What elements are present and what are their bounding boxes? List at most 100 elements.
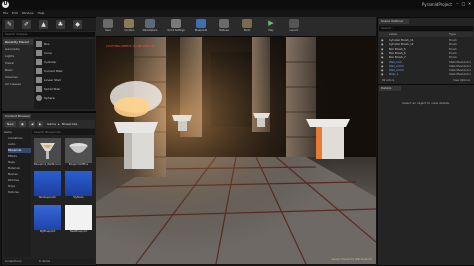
blueprints-button[interactable]: Blueprints [189,18,213,35]
save-button[interactable]: Save [98,18,118,35]
category-all-classes[interactable]: All Classes [3,81,33,87]
folder-game[interactable]: Game [4,130,31,135]
menu-help[interactable]: Help [38,10,45,16]
gear-icon [171,19,181,28]
folder-textures[interactable]: Textures [8,190,19,195]
back-icon[interactable]: ◀ [29,121,36,127]
menu-file[interactable]: File [3,10,8,16]
outliner-search-input[interactable]: Search... [379,26,473,31]
play-icon: ▶ [266,19,276,28]
project-name: PyramidProject [421,2,452,7]
folder-materials[interactable]: Materials [8,166,20,171]
level-label: Level: Pyramid (Persistent) [331,257,372,261]
item-box[interactable]: Box [36,41,93,47]
asset-thumbnail [34,138,61,163]
main-toolbar: Save Content Marketplace Quick Settings … [96,17,376,37]
folder-tree: Game Animations Audio Blueprints Effects… [3,129,31,257]
close-icon[interactable]: ✕ [467,1,472,6]
category-basic[interactable]: Basic [3,67,33,73]
lighting-warning: LIGHTING NEEDS TO BE REBUILT [106,44,155,48]
item-sphere[interactable]: Sphere [36,95,93,101]
modes-tab-row: ✎ ✐ ▲ ♣ ◆ [2,18,96,31]
new-asset-button[interactable]: New [5,121,16,127]
asset-thumbnail [65,138,92,163]
place-icon[interactable]: ✎ [5,20,14,29]
geometry-edit-icon[interactable]: ◆ [73,20,82,29]
menu-edit[interactable]: Edit [12,10,18,16]
sconce-icon [40,143,55,159]
actor-count: 69 actors [382,79,395,82]
item-linear-stair[interactable]: Linear Stair [36,77,93,83]
asset-tile[interactable]: MyNode [65,171,92,200]
visibility-eye-icon[interactable]: ◉ [381,72,383,76]
unreal-logo-icon: U [2,1,9,8]
collections-toggle[interactable]: Collections [5,259,21,263]
launch-icon [289,19,299,28]
asset-tile[interactable]: Blueprint_WallSconce [34,138,61,167]
asset-thumbnail [34,171,61,196]
folder-animations[interactable]: Animations [8,136,23,141]
content-browser-footer: Collections 6 items [3,259,95,264]
foliage-icon[interactable]: ♣ [56,20,65,29]
outliner-row[interactable]: ◉ Pillar_1 StaticMeshActor [379,72,473,76]
folder-meshes[interactable]: Meshes [8,172,18,177]
type-column-header[interactable]: Type [449,32,456,37]
asset-thumbnail [65,205,92,230]
outliner-footer: 69 actors View Options [379,78,473,83]
forward-icon[interactable]: ▶ [37,121,44,127]
folder-props[interactable]: Props [8,184,15,189]
asset-tile[interactable]: BlueprintOffice [65,138,92,167]
menu-window[interactable]: Window [22,10,34,16]
folder-audio[interactable]: Audio [8,142,15,147]
breadcrumb-game[interactable]: Game [47,121,56,127]
folder-particles[interactable]: Particles [8,178,19,183]
folder-maps[interactable]: Maps [8,160,15,165]
modes-panel: ✎ ✐ ▲ ♣ ◆ Search Classes Recently Placed… [1,17,97,112]
cone-icon [36,50,42,56]
category-recently-placed[interactable]: Recently Placed [3,39,33,45]
marketplace-icon [145,19,155,28]
category-visual[interactable]: Visual [3,60,33,66]
asset-thumbnail [65,171,92,196]
item-curved-stair[interactable]: Curved Stair [36,68,93,74]
asset-filter-input[interactable]: Search Blueprints [32,129,95,135]
paint-icon[interactable]: ✐ [22,20,31,29]
item-cone[interactable]: Cone [36,50,93,56]
title-bar: U PyramidProject – □ ✕ [0,0,474,10]
asset-tile[interactable]: NewBlueprint [65,205,92,234]
item-spiral-stair[interactable]: Spiral Stair [36,86,93,92]
asset-tile[interactable]: MyBlueprint [34,205,61,234]
class-search-input[interactable]: Search Classes [3,32,95,37]
landscape-icon[interactable]: ▲ [39,20,48,29]
maximize-icon[interactable]: □ [461,1,466,6]
label-column-header[interactable]: Label [389,32,397,37]
content-button[interactable]: Content [119,18,139,35]
viewport-scene [96,37,376,264]
marketplace-button[interactable]: Marketplace [140,18,160,35]
quick-settings-button[interactable]: Quick Settings [164,18,188,35]
folder-effects[interactable]: Effects [8,154,17,159]
content-browser-toolbar: New ▣ ◀ ▶ Game ▸ Blueprints [3,120,95,128]
folder-blueprints[interactable]: Blueprints [8,148,31,153]
launch-button[interactable]: Launch [283,18,305,35]
minimize-icon[interactable]: – [455,1,460,6]
breadcrumb-blueprints[interactable]: Blueprints [62,121,77,127]
sphere-icon [36,95,42,101]
category-geometry[interactable]: Geometry [3,46,33,52]
scene-outliner-tab[interactable]: Scene Outliner [379,19,409,24]
content-browser-tab[interactable]: Content Browser [3,114,31,119]
view-options-button[interactable]: View Options [453,78,470,83]
level-viewport[interactable]: LIGHTING NEEDS TO BE REBUILT Level: Pyra… [96,37,376,264]
build-button[interactable]: Build [235,18,259,35]
curved-stair-icon [36,68,42,74]
build-icon [242,19,252,28]
category-lights[interactable]: Lights [3,53,33,59]
asset-tile[interactable]: NavSeparator [34,171,61,200]
category-volumes[interactable]: Volumes [3,74,33,80]
item-cylinder[interactable]: Cylinder [36,59,93,65]
details-tab[interactable]: Details [379,86,401,91]
save-icon[interactable]: ▣ [19,121,26,127]
matinee-button[interactable]: Matinee [214,18,234,35]
content-browser-panel: Content Browser New ▣ ◀ ▶ Game ▸ Bluepri… [1,112,97,266]
play-button[interactable]: ▶ Play [260,18,282,35]
